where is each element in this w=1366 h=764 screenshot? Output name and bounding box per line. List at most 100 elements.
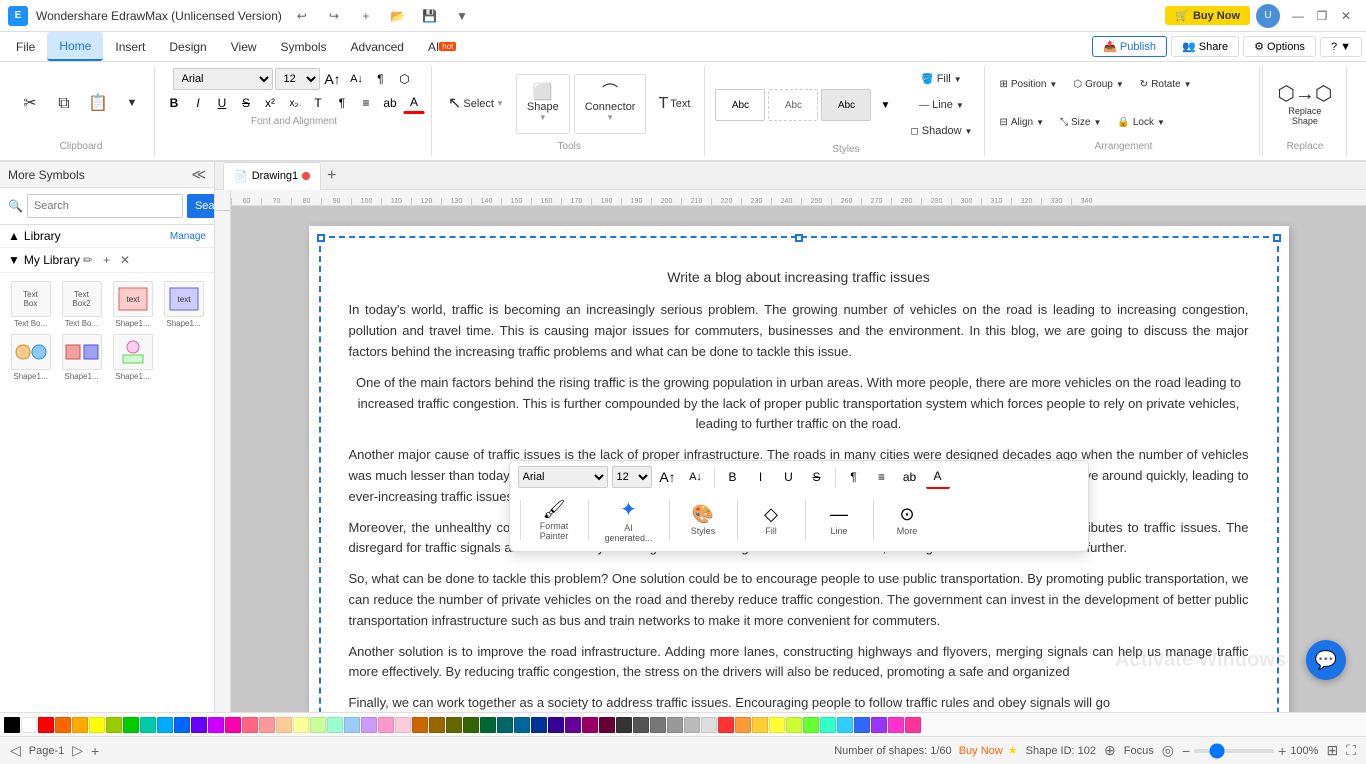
canvas-scroll-area[interactable]: Write a blog about increasing traffic is… <box>231 206 1366 712</box>
style-sample-3[interactable]: Abc <box>821 89 871 121</box>
add-page-btn[interactable]: + <box>91 743 99 759</box>
redo-btn[interactable]: ↪ <box>322 6 346 26</box>
rotate-btn[interactable]: ↻ Rotate ▼ <box>1134 76 1198 93</box>
line-style-btn[interactable]: — Line ▼ <box>904 94 978 116</box>
list-item[interactable]: Shape1... <box>110 334 155 381</box>
color-swatch[interactable] <box>327 717 343 733</box>
color-swatch[interactable] <box>582 717 598 733</box>
ft-align-btn[interactable]: ≡ <box>870 465 894 489</box>
color-swatch[interactable] <box>905 717 921 733</box>
color-swatch[interactable] <box>871 717 887 733</box>
select-btn[interactable]: ↖ Select ▼ <box>440 84 512 124</box>
format-painter-btn[interactable]: 🖌 FormatPainter <box>527 495 582 545</box>
my-library-close-btn[interactable]: ✕ <box>117 252 133 268</box>
menu-item-view[interactable]: View <box>219 32 269 61</box>
publish-btn[interactable]: 📤 Publish <box>1092 36 1167 57</box>
zoom-out-btn[interactable]: − <box>1182 743 1190 759</box>
font-size-decrease-btn[interactable]: A↓ <box>346 68 368 90</box>
connector-btn[interactable]: ⌒ Connector ▼ <box>574 74 647 134</box>
position-btn[interactable]: ⊞ Position ▼ <box>993 76 1063 93</box>
bold-btn[interactable]: B <box>163 92 185 114</box>
library-section[interactable]: ▲ Library Manage <box>0 225 214 248</box>
color-swatch[interactable] <box>888 717 904 733</box>
color-swatch[interactable] <box>718 717 734 733</box>
underline-btn[interactable]: U <box>211 92 233 114</box>
group-btn[interactable]: ⬡ Group ▼ <box>1067 76 1129 93</box>
open-btn[interactable]: 📂 <box>386 6 410 26</box>
color-swatch[interactable] <box>361 717 377 733</box>
ai-generated-btn[interactable]: ✦ AIgenerated... <box>595 493 663 547</box>
font-size-select[interactable]: 12 <box>275 68 320 90</box>
fullscreen-btn[interactable]: ⛶ <box>1346 742 1356 759</box>
list-item[interactable]: TextBox2 Text Bo... <box>59 281 104 328</box>
color-swatch[interactable] <box>191 717 207 733</box>
ft-size-select[interactable]: 12 <box>612 466 652 488</box>
color-swatch[interactable] <box>276 717 292 733</box>
fill-btn[interactable]: 🪣 Fill ▼ <box>904 68 978 90</box>
expand-font-btn[interactable]: ⬡ <box>394 68 416 90</box>
color-swatch[interactable] <box>72 717 88 733</box>
menu-item-home[interactable]: Home <box>47 32 103 61</box>
cut-btn[interactable]: ✂ <box>14 93 46 115</box>
font-size-increase-btn[interactable]: A↑ <box>322 68 344 90</box>
color-swatch[interactable] <box>667 717 683 733</box>
color-swatch[interactable] <box>599 717 615 733</box>
color-swatch[interactable] <box>395 717 411 733</box>
zoom-slider[interactable] <box>1194 749 1274 753</box>
color-swatch[interactable] <box>293 717 309 733</box>
color-swatch[interactable] <box>446 717 462 733</box>
color-swatch[interactable] <box>38 717 54 733</box>
color-swatch[interactable] <box>55 717 71 733</box>
color-swatch[interactable] <box>548 717 564 733</box>
fill-action-btn[interactable]: ◇ Fill <box>744 500 799 540</box>
color-swatch[interactable] <box>310 717 326 733</box>
color-swatch[interactable] <box>735 717 751 733</box>
color-swatch[interactable] <box>106 717 122 733</box>
buy-now-status-btn[interactable]: Buy Now <box>959 745 1003 757</box>
color-swatch[interactable] <box>480 717 496 733</box>
style-sample-1[interactable]: Abc <box>715 89 765 121</box>
color-swatch[interactable] <box>684 717 700 733</box>
color-swatch[interactable] <box>225 717 241 733</box>
share-btn[interactable]: 👥 Share <box>1171 36 1239 57</box>
color-swatch[interactable] <box>157 717 173 733</box>
color-swatch[interactable] <box>616 717 632 733</box>
color-swatch[interactable] <box>803 717 819 733</box>
list-item[interactable]: TextBox Text Bo... <box>8 281 53 328</box>
list-item[interactable]: Shape1... <box>8 334 53 381</box>
chat-bot-btn[interactable]: 💬 <box>1306 640 1346 680</box>
save-btn[interactable]: 💾 <box>418 6 442 26</box>
shadow-btn[interactable]: ◻ Shadow ▼ <box>904 120 978 142</box>
color-swatch[interactable] <box>565 717 581 733</box>
color-swatch[interactable] <box>633 717 649 733</box>
color-swatch[interactable] <box>259 717 275 733</box>
menu-item-insert[interactable]: Insert <box>103 32 157 61</box>
ft-list-btn[interactable]: ¶ <box>842 465 866 489</box>
new-btn[interactable]: + <box>354 6 378 26</box>
styles-btn[interactable]: 🎨 Styles <box>676 500 731 540</box>
color-swatch[interactable] <box>650 717 666 733</box>
zoom-in-btn[interactable]: + <box>1278 743 1286 759</box>
ft-font-inc-btn[interactable]: A↑ <box>656 465 680 489</box>
ft-font-select[interactable]: Arial <box>518 466 608 488</box>
drawing-tab[interactable]: 📄 Drawing1 <box>223 162 321 190</box>
undo-btn[interactable]: ↩ <box>290 6 314 26</box>
size-btn[interactable]: ⤡ Size ▼ <box>1054 114 1107 131</box>
buy-now-button[interactable]: 🛒 Buy Now <box>1165 6 1250 25</box>
my-library-edit-btn[interactable]: ✏ <box>80 252 96 268</box>
manage-link[interactable]: Manage <box>170 231 206 242</box>
color-swatch[interactable] <box>837 717 853 733</box>
options-btn[interactable]: ⚙ Options <box>1243 36 1316 57</box>
text-bg-btn[interactable]: ab <box>379 92 401 114</box>
search-button[interactable]: Search <box>187 194 215 218</box>
color-swatch[interactable] <box>786 717 802 733</box>
my-library-add-btn[interactable]: + <box>100 252 113 268</box>
panel-collapse-btn[interactable]: ≪ <box>191 166 206 183</box>
menu-item-advanced[interactable]: Advanced <box>339 32 416 61</box>
color-swatch[interactable] <box>752 717 768 733</box>
ft-highlight-btn[interactable]: ab <box>898 465 922 489</box>
page-nav-prev-btn[interactable]: ◁ <box>10 742 21 759</box>
color-swatch[interactable] <box>497 717 513 733</box>
ft-color-btn[interactable]: A <box>926 465 950 489</box>
paste-btn[interactable]: 📋 <box>82 93 114 115</box>
